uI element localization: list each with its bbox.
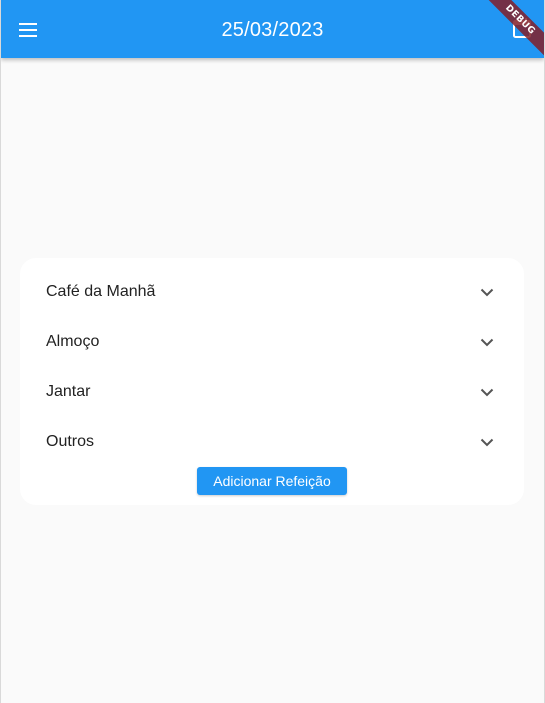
meal-item-dinner[interactable]: Jantar: [20, 372, 524, 412]
calendar-button[interactable]: [510, 17, 534, 43]
meal-item-lunch[interactable]: Almoço: [20, 322, 524, 362]
meal-item-breakfast[interactable]: Café da Manhã: [20, 272, 524, 312]
meal-item-label: Café da Manhã: [46, 283, 156, 300]
meal-item-label: Almoço: [46, 333, 100, 350]
chevron-down-icon: [478, 333, 496, 351]
page-title: 25/03/2023: [221, 18, 324, 41]
chevron-down-icon: [478, 283, 496, 301]
menu-button[interactable]: [15, 17, 41, 43]
app-bar: 25/03/2023: [1, 0, 544, 58]
add-meal-button[interactable]: Adicionar Refeição: [197, 467, 347, 495]
calendar-icon: [512, 17, 532, 44]
chevron-down-icon: [478, 383, 496, 401]
meal-item-label: Outros: [46, 433, 95, 450]
chevron-down-icon: [478, 433, 496, 451]
meal-item-others[interactable]: Outros: [20, 422, 524, 462]
menu-icon: [18, 22, 38, 38]
meals-card: Café da Manhã Almoço Jantar Outros Adici…: [20, 258, 524, 505]
meal-item-label: Jantar: [46, 383, 91, 400]
app-window: 25/03/2023 DEBUG Café da Manhã Almoço Ja…: [0, 0, 545, 703]
